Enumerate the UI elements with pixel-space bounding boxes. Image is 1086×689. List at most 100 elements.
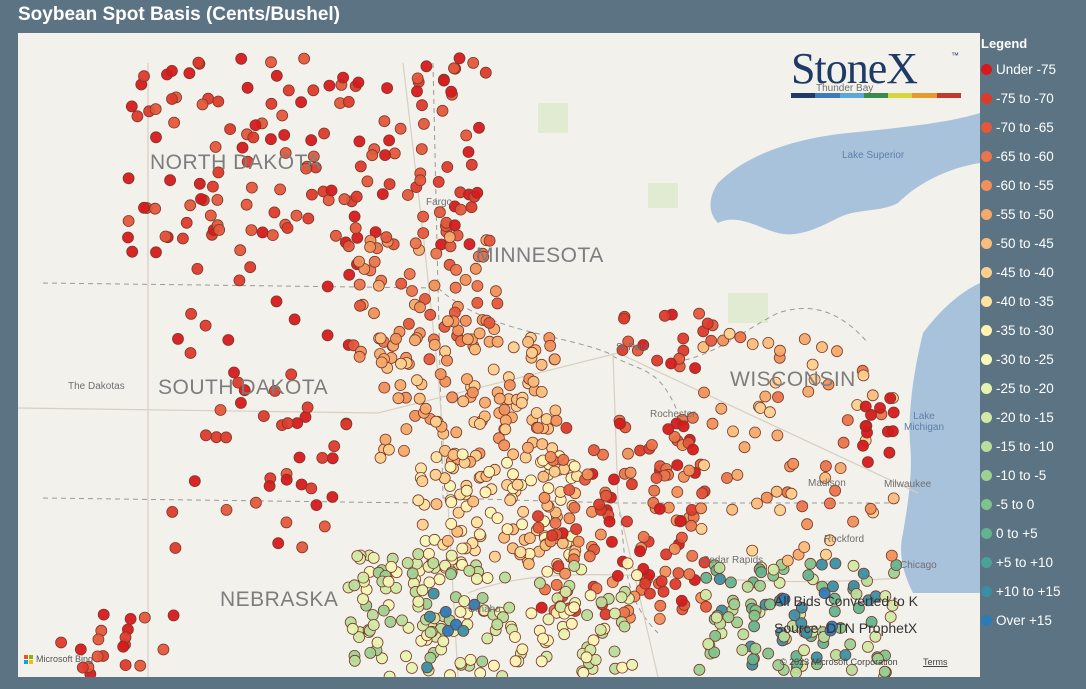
basis-point[interactable]	[866, 389, 879, 402]
basis-point[interactable]	[496, 670, 509, 677]
basis-point[interactable]	[382, 443, 395, 456]
basis-point[interactable]	[288, 313, 301, 326]
basis-point[interactable]	[883, 446, 896, 459]
basis-point[interactable]	[430, 451, 443, 464]
basis-point[interactable]	[380, 231, 393, 244]
basis-point[interactable]	[483, 316, 496, 329]
basis-point[interactable]	[450, 263, 463, 276]
basis-point[interactable]	[517, 505, 530, 518]
basis-point[interactable]	[499, 423, 512, 436]
basis-point[interactable]	[184, 347, 197, 359]
basis-point[interactable]	[488, 550, 501, 563]
basis-point[interactable]	[796, 500, 809, 513]
basis-point[interactable]	[166, 505, 179, 518]
basis-point[interactable]	[859, 420, 872, 433]
basis-point[interactable]	[409, 237, 422, 250]
basis-point[interactable]	[338, 193, 351, 206]
basis-point[interactable]	[204, 209, 217, 222]
basis-point[interactable]	[507, 468, 519, 481]
basis-point[interactable]	[541, 565, 554, 578]
basis-point[interactable]	[433, 573, 446, 586]
basis-point[interactable]	[280, 516, 293, 529]
basis-point[interactable]	[245, 181, 258, 194]
basis-point[interactable]	[608, 645, 621, 658]
basis-point[interactable]	[281, 222, 294, 234]
basis-point[interactable]	[568, 560, 581, 572]
basis-point[interactable]	[398, 444, 410, 457]
basis-point[interactable]	[686, 550, 699, 562]
basis-point[interactable]	[453, 52, 466, 65]
basis-point[interactable]	[487, 659, 500, 672]
basis-point[interactable]	[549, 404, 562, 417]
basis-point[interactable]	[323, 79, 336, 92]
basis-point[interactable]	[695, 522, 708, 535]
basis-point[interactable]	[668, 543, 681, 555]
basis-point[interactable]	[737, 628, 750, 641]
basis-point[interactable]	[454, 203, 467, 216]
basis-point[interactable]	[374, 332, 387, 345]
basis-point[interactable]	[183, 67, 196, 80]
basis-point[interactable]	[622, 447, 634, 460]
basis-point[interactable]	[550, 414, 563, 427]
basis-point[interactable]	[473, 528, 486, 541]
basis-point[interactable]	[421, 661, 434, 674]
basis-point[interactable]	[537, 632, 549, 645]
basis-point[interactable]	[199, 319, 212, 332]
basis-point[interactable]	[433, 206, 446, 219]
basis-point[interactable]	[329, 229, 342, 242]
basis-point[interactable]	[296, 541, 309, 554]
basis-point[interactable]	[342, 96, 355, 108]
basis-point[interactable]	[316, 451, 329, 464]
basis-point[interactable]	[736, 644, 749, 656]
basis-point[interactable]	[549, 517, 562, 530]
basis-point[interactable]	[364, 647, 377, 659]
basis-point[interactable]	[357, 593, 369, 605]
basis-point[interactable]	[456, 448, 469, 461]
basis-point[interactable]	[444, 669, 456, 677]
basis-point[interactable]	[857, 439, 869, 452]
basis-point[interactable]	[676, 531, 688, 544]
basis-point[interactable]	[770, 485, 783, 498]
basis-point[interactable]	[168, 116, 181, 129]
map-canvas[interactable]: NORTH DAKOTA MINNESOTA SOUTH DAKOTA WISC…	[18, 33, 980, 677]
basis-point[interactable]	[437, 74, 450, 87]
basis-point[interactable]	[798, 644, 810, 657]
basis-point[interactable]	[548, 353, 561, 366]
basis-point[interactable]	[372, 279, 385, 292]
basis-point[interactable]	[437, 635, 450, 648]
basis-point[interactable]	[375, 356, 388, 369]
basis-point[interactable]	[516, 643, 529, 656]
basis-point[interactable]	[683, 568, 696, 580]
basis-point[interactable]	[91, 650, 104, 663]
basis-point[interactable]	[618, 312, 630, 325]
basis-point[interactable]	[563, 512, 576, 525]
basis-point[interactable]	[653, 502, 666, 515]
basis-point[interactable]	[310, 499, 323, 512]
basis-point[interactable]	[637, 530, 650, 543]
basis-point[interactable]	[481, 572, 494, 584]
basis-point[interactable]	[603, 515, 616, 528]
basis-point[interactable]	[428, 338, 441, 351]
basis-point[interactable]	[443, 231, 456, 244]
basis-point[interactable]	[646, 439, 658, 451]
basis-point[interactable]	[263, 480, 276, 492]
basis-point[interactable]	[671, 486, 684, 498]
basis-point[interactable]	[166, 93, 178, 105]
basis-point[interactable]	[654, 599, 667, 612]
basis-point[interactable]	[583, 550, 596, 563]
basis-point[interactable]	[206, 180, 219, 193]
basis-point[interactable]	[159, 230, 172, 243]
basis-point[interactable]	[479, 396, 491, 409]
basis-point[interactable]	[414, 301, 426, 314]
basis-point[interactable]	[337, 71, 350, 84]
basis-point[interactable]	[790, 666, 802, 677]
basis-point[interactable]	[384, 616, 397, 628]
basis-point[interactable]	[534, 577, 546, 589]
basis-point[interactable]	[759, 390, 772, 403]
basis-point[interactable]	[394, 379, 407, 392]
basis-point[interactable]	[577, 666, 590, 677]
basis-point[interactable]	[392, 392, 405, 405]
basis-point[interactable]	[131, 110, 144, 123]
basis-point[interactable]	[631, 569, 643, 582]
basis-point[interactable]	[798, 333, 811, 346]
